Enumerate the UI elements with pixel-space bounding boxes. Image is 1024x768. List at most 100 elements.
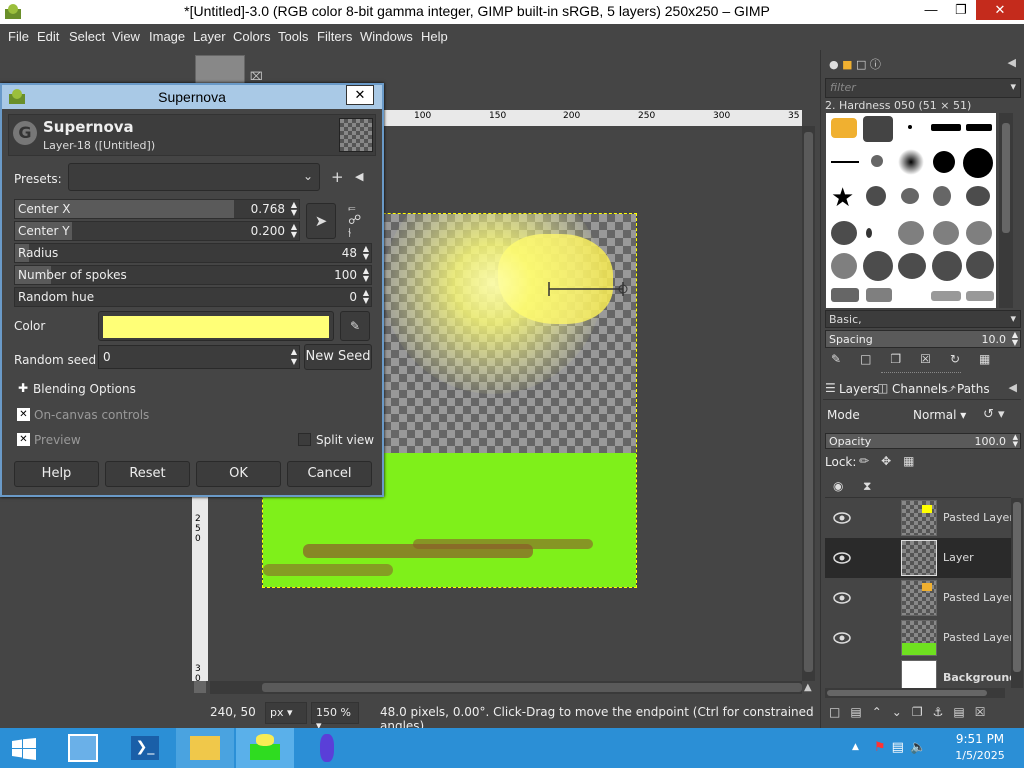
brush-item[interactable] — [966, 124, 992, 131]
brush-item[interactable] — [933, 151, 955, 173]
layers-hscrollbar[interactable] — [825, 688, 1005, 698]
spinner-icon[interactable]: ▲ ▼ — [363, 289, 369, 305]
brush-item[interactable] — [901, 188, 919, 204]
spinner-icon[interactable]: ▲ ▼ — [291, 347, 297, 367]
open-as-image-icon[interactable]: ▦ — [979, 352, 1009, 366]
tab-layers[interactable]: Layers — [839, 382, 879, 396]
spacing-slider[interactable]: Spacing 10.0 ▲ ▼ — [825, 330, 1021, 348]
menu-edit[interactable]: Edit — [37, 29, 59, 44]
delete-brush-icon[interactable]: ☒ — [920, 352, 950, 366]
visibility-eye-icon[interactable] — [833, 589, 851, 607]
spinner-icon[interactable]: ▲ ▼ — [291, 223, 297, 239]
split-view-checkbox[interactable] — [298, 433, 311, 446]
restore-button[interactable]: ❐ — [946, 0, 976, 20]
duplicate-brush-icon[interactable]: ❐ — [890, 352, 920, 366]
navigate-icon[interactable]: ▲ — [804, 682, 812, 693]
on-canvas-checkbox[interactable]: ✕ — [17, 408, 30, 421]
brush-item[interactable] — [831, 118, 857, 138]
patterns-tab-icon[interactable]: ■ — [842, 58, 852, 71]
brush-item[interactable] — [863, 116, 893, 142]
help-tab-icon[interactable]: ⓘ — [870, 58, 881, 71]
new-group-icon[interactable]: ▤ — [850, 705, 871, 719]
tab-channels[interactable]: Channels — [892, 382, 948, 396]
visibility-eye-icon[interactable] — [833, 549, 851, 567]
refresh-brushes-icon[interactable]: ↻ — [950, 352, 979, 366]
brushes-tab-icon[interactable]: ● — [829, 58, 839, 71]
tab-paths[interactable]: Paths — [957, 382, 990, 396]
spinner-icon[interactable]: ▲ ▼ — [1013, 434, 1018, 448]
minimize-button[interactable]: — — [916, 0, 946, 20]
close-button[interactable]: ✕ — [976, 0, 1024, 20]
lock-pixels-icon[interactable]: ✏ — [859, 454, 881, 468]
brush-item[interactable] — [898, 221, 924, 245]
visibility-eye-icon[interactable] — [833, 509, 851, 527]
layer-row[interactable]: Background — [825, 658, 1011, 688]
brush-item[interactable] — [932, 251, 962, 281]
dock-menu-icon[interactable]: ◀ — [1008, 56, 1016, 69]
radius-handle[interactable] — [543, 279, 637, 299]
horizontal-scrollbar[interactable] — [210, 681, 802, 694]
brush-item[interactable] — [898, 253, 926, 279]
menu-windows[interactable]: Windows — [360, 29, 413, 44]
reset-button[interactable]: Reset — [105, 461, 190, 487]
spinner-icon[interactable]: ▲ ▼ — [363, 245, 369, 261]
menu-filters[interactable]: Filters — [317, 29, 352, 44]
lock-position-icon[interactable]: ✥ — [881, 454, 903, 468]
brush-item[interactable] — [966, 186, 990, 206]
menu-select[interactable]: Select — [69, 29, 105, 44]
clock-date[interactable]: 1/5/2025 — [950, 749, 1010, 762]
brush-item[interactable] — [908, 125, 912, 129]
brushes-scrollbar[interactable] — [999, 113, 1013, 308]
brush-item[interactable] — [933, 186, 951, 206]
taskbar-file-explorer[interactable] — [176, 728, 234, 768]
mode-reset-icon[interactable]: ↺ ▾ — [983, 407, 1005, 422]
brush-item[interactable] — [831, 161, 859, 163]
help-button[interactable]: Help — [14, 461, 99, 487]
brush-item[interactable] — [966, 221, 992, 245]
expand-plus-icon[interactable]: ✚ — [18, 381, 28, 395]
visibility-eye-icon[interactable] — [833, 629, 851, 647]
brush-item[interactable] — [966, 251, 994, 279]
vertical-scrollbar[interactable] — [802, 126, 815, 681]
layer-row[interactable]: Pasted Layer — [825, 618, 1014, 658]
menu-help[interactable]: Help — [421, 29, 448, 44]
dialog-close-button[interactable]: ✕ — [346, 85, 374, 105]
layer-row[interactable]: Pasted Layer — [825, 578, 1014, 618]
spinner-icon[interactable]: ▲ ▼ — [363, 267, 369, 283]
spinner-icon[interactable]: ▲ ▼ — [1012, 331, 1018, 347]
raise-layer-icon[interactable]: ⌃ — [872, 705, 892, 719]
mode-select[interactable]: Normal ▾ — [913, 405, 975, 427]
blending-options-toggle[interactable]: Blending Options — [33, 382, 136, 396]
brush-item[interactable] — [831, 221, 857, 245]
lower-layer-icon[interactable]: ⌄ — [892, 705, 912, 719]
fonts-tab-icon[interactable]: □ — [856, 58, 866, 71]
brush-item[interactable] — [931, 291, 961, 301]
flag-icon[interactable]: ⚑ — [874, 740, 892, 755]
seed-input[interactable]: 0 ▲ ▼ — [98, 345, 300, 369]
preview-checkbox[interactable]: ✕ — [17, 433, 30, 446]
presets-select[interactable]: ⌄ — [68, 163, 320, 191]
ok-button[interactable]: OK — [196, 461, 281, 487]
chevron-down-icon[interactable]: ▾ — [1010, 80, 1016, 93]
lock-alpha-icon[interactable]: ▦ — [903, 454, 926, 468]
brush-item[interactable] — [966, 291, 994, 301]
new-seed-button[interactable]: New Seed — [304, 344, 372, 370]
menu-layer[interactable]: Layer — [193, 29, 226, 44]
brush-item[interactable] — [866, 186, 886, 206]
spokes-slider[interactable]: Number of spokes 100 ▲ ▼ — [14, 265, 372, 285]
center-x-slider[interactable]: Center X 0.768 ▲ ▼ — [14, 199, 300, 219]
color-button[interactable] — [98, 311, 334, 341]
menu-view[interactable]: View — [112, 29, 140, 44]
spinner-icon[interactable]: ▲ ▼ — [291, 201, 297, 217]
chevron-down-icon[interactable]: ▾ — [1010, 312, 1016, 325]
brush-item[interactable] — [831, 288, 859, 302]
delete-layer-icon[interactable]: ☒ — [975, 705, 996, 719]
clock-time[interactable]: 9:51 PM — [950, 732, 1010, 746]
color-picker-button[interactable]: ✎ — [340, 311, 370, 341]
unit-select[interactable]: px ▾ — [265, 702, 307, 724]
dock-separator[interactable] — [881, 372, 961, 376]
taskbar-gimp[interactable] — [236, 728, 294, 768]
menu-file[interactable]: File — [8, 29, 29, 44]
menu-colors[interactable]: Colors — [233, 29, 271, 44]
brush-item[interactable] — [866, 228, 872, 238]
